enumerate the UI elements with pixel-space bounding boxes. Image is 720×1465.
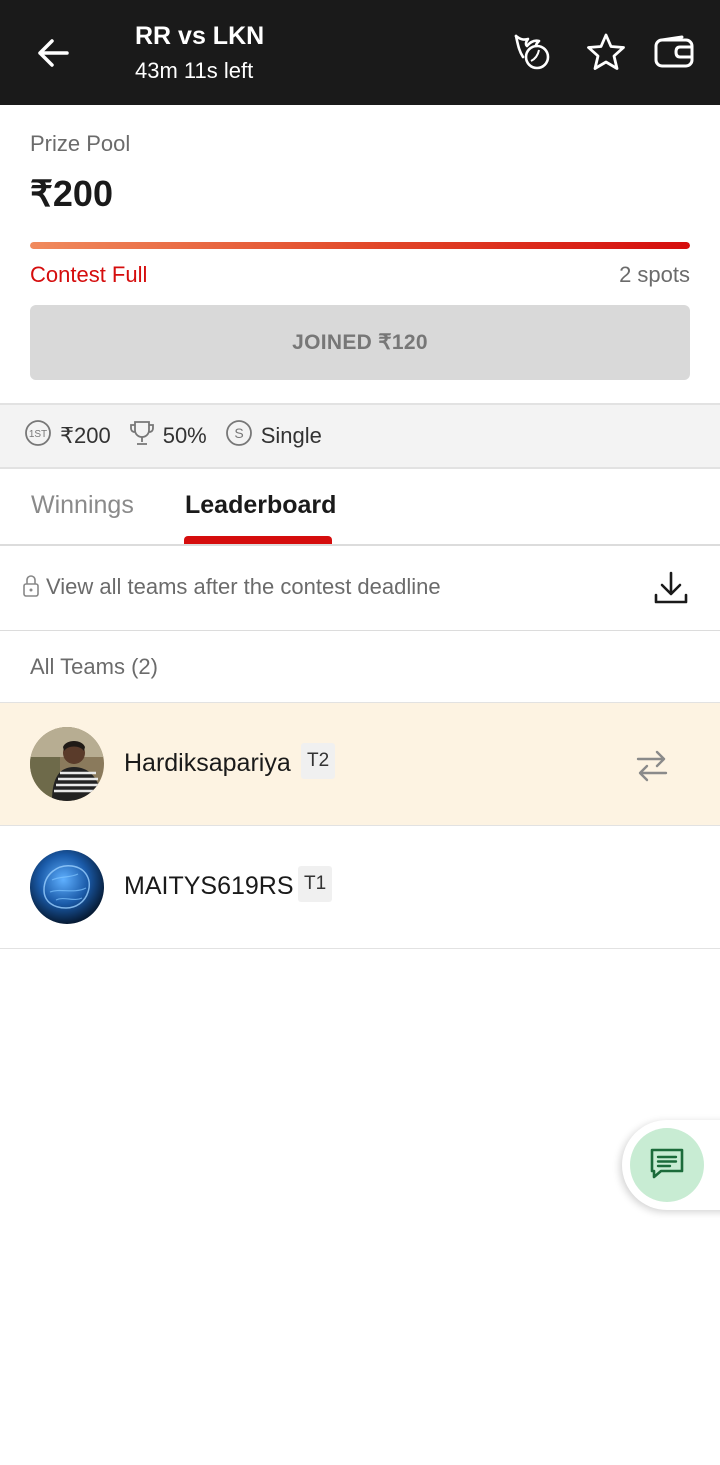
svg-text:S: S (234, 425, 243, 441)
trophy-icon (129, 419, 155, 453)
download-icon[interactable] (652, 569, 690, 607)
star-icon[interactable] (584, 30, 628, 74)
all-teams-header: All Teams (2) (30, 654, 158, 679)
first-place-icon: 1ST (24, 419, 52, 453)
locked-text: View all teams after the contest deadlin… (46, 574, 441, 599)
prize-pool-amount: ₹200 (30, 173, 113, 214)
first-prize-info: 1ST ₹200 (24, 419, 111, 453)
team-name: MAITYS619RS (124, 872, 294, 900)
chat-fab-container (622, 1120, 720, 1210)
wallet-icon[interactable] (652, 30, 696, 74)
win-percent-info: 50% (129, 419, 207, 453)
first-prize-value: ₹200 (60, 423, 111, 448)
spots-progress-bar (30, 242, 690, 249)
contest-tabs: Winnings Leaderboard (0, 469, 720, 546)
swap-team-icon[interactable] (634, 747, 670, 783)
contest-status: Contest Full (30, 262, 148, 287)
tab-leaderboard[interactable]: Leaderboard (185, 491, 336, 520)
spots-count: 2 spots (619, 262, 690, 287)
chat-icon (649, 1146, 685, 1185)
match-title: RR vs LKN (135, 22, 265, 50)
entry-type-value: Single (260, 423, 322, 448)
back-arrow-icon[interactable] (30, 30, 76, 76)
teams-locked-notice: View all teams after the contest deadlin… (0, 546, 720, 631)
team-number-badge: T1 (298, 866, 333, 902)
win-percent-value: 50% (162, 423, 207, 448)
team-row[interactable]: Hardiksapariya T2 (0, 702, 720, 826)
avatar (30, 727, 104, 801)
fire-ball-icon[interactable] (510, 30, 554, 74)
avatar (30, 850, 104, 924)
top-app-bar: RR vs LKN 43m 11s left (0, 0, 720, 105)
svg-text:1ST: 1ST (29, 429, 47, 440)
joined-button[interactable]: JOINED ₹120 (30, 305, 690, 380)
entry-type-info: S Single (225, 419, 322, 453)
single-entry-icon: S (225, 419, 253, 453)
prize-pool-label: Prize Pool (30, 131, 131, 156)
spots-progress-fill (30, 242, 690, 249)
active-tab-indicator (184, 536, 332, 544)
team-name: Hardiksapariya (124, 749, 291, 777)
team-row[interactable]: MAITYS619RS T1 (0, 825, 720, 949)
lock-icon (22, 574, 40, 598)
tab-winnings[interactable]: Winnings (31, 491, 134, 520)
chat-button[interactable] (630, 1128, 704, 1202)
time-left: 43m 11s left (135, 58, 254, 83)
contest-info-strip: 1ST ₹200 50% S Single (0, 403, 720, 469)
team-number-badge: T2 (301, 743, 336, 779)
